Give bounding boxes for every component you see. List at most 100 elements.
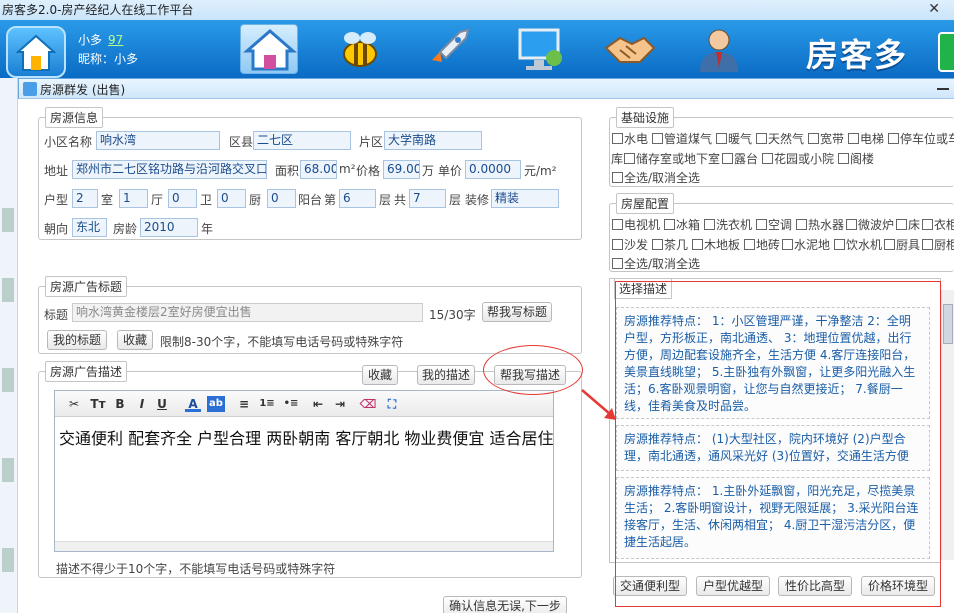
equipment-checkbox[interactable]: 热水器 xyxy=(796,216,844,233)
decor-field[interactable]: 精装 xyxy=(491,189,559,208)
district-field[interactable]: 二七区 xyxy=(253,131,351,150)
equipment-checkbox[interactable]: 衣柜 xyxy=(922,216,954,233)
dialog-minimize-icon[interactable] xyxy=(937,88,949,90)
bold-icon[interactable]: B xyxy=(113,396,127,412)
facility-checkbox[interactable]: 电梯 xyxy=(848,130,884,147)
nav-monitor-icon[interactable] xyxy=(512,24,570,74)
equipment-checkbox[interactable]: 微波炉 xyxy=(846,216,894,233)
nav-bee-icon[interactable] xyxy=(330,24,388,74)
favorite-desc-button[interactable]: 收藏 xyxy=(362,365,398,385)
nav-home-icon[interactable] xyxy=(240,24,298,74)
equipment-checkbox[interactable]: 木地板 xyxy=(692,236,740,253)
balconies-field[interactable]: 0 xyxy=(267,189,296,208)
equipment-checkbox[interactable]: 厨柜 xyxy=(922,236,954,253)
nav-rocket-icon[interactable] xyxy=(420,24,478,74)
ordered-list-icon[interactable]: 1≡ xyxy=(257,396,277,412)
equipment-checkbox[interactable]: 厨具 xyxy=(884,236,920,253)
age-field[interactable]: 2010 xyxy=(140,218,198,237)
community-label: 小区名称 xyxy=(44,135,93,149)
equipment-checkbox[interactable]: 床 xyxy=(896,216,920,233)
floor-field[interactable]: 6 xyxy=(339,189,376,208)
font-color-icon[interactable]: A xyxy=(185,396,201,412)
ad-title-legend: 房源广告标题 xyxy=(45,276,128,297)
equipment-checkbox[interactable]: 洗衣机 xyxy=(704,216,752,233)
next-step-button[interactable]: 确认信息无误,下一步 xyxy=(443,596,567,613)
my-title-button[interactable]: 我的标题 xyxy=(47,330,107,350)
equipment-checkbox[interactable]: 沙发 xyxy=(612,236,648,253)
kitchens-unit: 厨 xyxy=(249,193,262,207)
ad-title-label: 标题 xyxy=(44,308,69,322)
equipment-checkbox[interactable]: 水泥地 xyxy=(782,236,830,253)
rooms-field[interactable]: 2 xyxy=(72,189,98,208)
facility-checkbox[interactable]: 花园或小院 xyxy=(762,150,834,167)
dialog-titlebar: 房源群发 (出售) xyxy=(19,79,954,99)
equipment-checkbox[interactable]: 冰箱 xyxy=(664,216,700,233)
rich-text-editor[interactable]: ✂ Tт B I U A ab ≡ 1≡ •≡ ⇤ ⇥ ⌫ ⛶ 交通便利 配套齐… xyxy=(54,390,554,552)
facility-checkbox[interactable]: 停车位或车 xyxy=(888,130,954,147)
kitchens-field[interactable]: 0 xyxy=(217,189,246,208)
highlight-icon[interactable]: ab xyxy=(207,396,225,412)
scrollbar-thumb[interactable] xyxy=(943,304,953,344)
house-logo-icon xyxy=(16,34,56,71)
underline-icon[interactable]: U xyxy=(155,396,169,412)
brand-logo: 房客多 xyxy=(806,36,909,74)
facility-checkbox[interactable]: 储存室或地下室 xyxy=(624,150,720,167)
ad-desc-hint: 描述不得少于10个字，不能填写电话号码或特殊字符 xyxy=(56,562,336,576)
eraser-icon[interactable]: ⌫ xyxy=(359,396,377,412)
favorite-title-button[interactable]: 收藏 xyxy=(117,330,153,350)
equipment-checkbox[interactable]: 电视机 xyxy=(612,216,660,233)
age-label: 房龄 xyxy=(113,222,138,236)
unit-price-field[interactable]: 0.0000 xyxy=(465,160,521,179)
community-field[interactable]: 响水湾 xyxy=(96,131,220,150)
halls-unit: 厅 xyxy=(151,193,164,207)
nav-agent-icon[interactable] xyxy=(690,24,748,74)
facility-wrap-text: 库 xyxy=(611,152,624,166)
nav-handshake-icon[interactable] xyxy=(600,24,658,74)
price-field[interactable]: 69.00 xyxy=(383,160,420,179)
cut-icon[interactable]: ✂ xyxy=(65,396,83,412)
font-size-icon[interactable]: Tт xyxy=(87,396,109,412)
help-write-title-button[interactable]: 帮我写标题 xyxy=(482,302,552,322)
indent-icon[interactable]: ⇥ xyxy=(331,396,349,412)
description-scrollbar[interactable] xyxy=(941,290,954,560)
ad-title-input[interactable]: 响水湾黄金楼层2室好房便宜出售 xyxy=(72,303,423,322)
unit-price-label: 单价 xyxy=(438,164,463,178)
decor-label: 装修 xyxy=(465,193,490,207)
address-field[interactable]: 郑州市二七区铭功路与沿河路交叉口 xyxy=(72,160,267,179)
window-close-icon[interactable]: ✕ xyxy=(928,2,940,16)
orient-field[interactable]: 东北 xyxy=(72,218,107,237)
equipment-checkbox[interactable]: 茶几 xyxy=(652,236,688,253)
user-score[interactable]: 97 xyxy=(108,33,123,47)
facility-checkbox[interactable]: 管道煤气 xyxy=(652,130,712,147)
my-desc-button[interactable]: 我的描述 xyxy=(417,365,475,385)
halls-field[interactable]: 1 xyxy=(119,189,148,208)
property-info-legend: 房源信息 xyxy=(45,107,104,128)
area-field[interactable]: 大学南路 xyxy=(384,131,482,150)
unordered-list-icon[interactable]: •≡ xyxy=(281,396,301,412)
facility-checkbox[interactable]: 宽带 xyxy=(808,130,844,147)
equipment-checkbox[interactable]: 饮水机 xyxy=(834,236,882,253)
editor-resize-handle[interactable] xyxy=(55,541,553,551)
annotation-highlight-box xyxy=(615,281,941,607)
baths-field[interactable]: 0 xyxy=(168,189,197,208)
align-icon[interactable]: ≡ xyxy=(235,396,253,412)
fullscreen-icon[interactable]: ⛶ xyxy=(383,396,401,412)
italic-icon[interactable]: I xyxy=(135,396,149,412)
facility-checkbox[interactable]: 水电 xyxy=(612,130,648,147)
facilities-select-all[interactable]: 全选/取消全选 xyxy=(612,169,700,186)
brand-badge-icon xyxy=(938,32,954,72)
baths-unit: 卫 xyxy=(200,193,213,207)
facility-checkbox[interactable]: 暖气 xyxy=(716,130,752,147)
age-unit: 年 xyxy=(201,222,214,236)
outdent-icon[interactable]: ⇤ xyxy=(309,396,327,412)
facility-checkbox[interactable]: 天然气 xyxy=(756,130,804,147)
equipment-checkbox[interactable]: 空调 xyxy=(756,216,792,233)
equipment-select-all[interactable]: 全选/取消全选 xyxy=(612,255,700,272)
facility-checkbox[interactable]: 露台 xyxy=(722,150,758,167)
editor-content[interactable]: 交通便利 配套齐全 户型合理 两卧朝南 客厅朝北 物业费便宜 适合居住 xyxy=(59,425,554,449)
facility-checkbox[interactable]: 阁楼 xyxy=(838,150,874,167)
total-floor-field[interactable]: 7 xyxy=(409,189,446,208)
equipment-checkbox[interactable]: 地砖 xyxy=(744,236,780,253)
size-field[interactable]: 68.00 xyxy=(300,160,337,179)
floor-unit: 层 xyxy=(379,193,392,207)
